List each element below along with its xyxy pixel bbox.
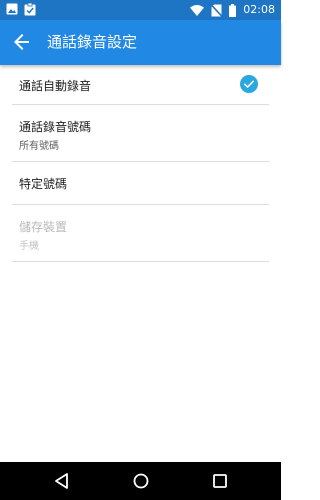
- check-circle-icon[interactable]: [240, 75, 258, 93]
- clipboard-check-icon: [24, 3, 36, 16]
- navigation-bar: [0, 462, 281, 500]
- back-triangle-icon[interactable]: [52, 471, 72, 491]
- setting-storage-title: 儲存裝置: [19, 220, 68, 234]
- setting-record-numbers[interactable]: 通話錄音號碼 所有號碼: [12, 105, 269, 162]
- notification-icons: [6, 3, 36, 16]
- setting-storage: 儲存裝置 手機: [12, 205, 269, 262]
- home-circle-icon[interactable]: [131, 471, 151, 491]
- page-title: 通話錄音設定: [47, 33, 138, 51]
- setting-record-numbers-title: 通話錄音號碼: [19, 120, 92, 134]
- system-status-icons: 02:08: [190, 2, 275, 18]
- setting-record-numbers-value: 所有號碼: [19, 141, 59, 152]
- status-bar: 02:08: [0, 0, 281, 20]
- settings-list: 通話自動錄音 通話錄音號碼 所有號碼 特定號碼 儲存裝置 手機: [0, 65, 281, 262]
- arrow-back-icon: [14, 34, 29, 50]
- image-icon: [6, 3, 18, 15]
- battery-icon: [229, 3, 237, 17]
- setting-auto-record-title: 通話自動錄音: [19, 79, 92, 93]
- back-button[interactable]: [10, 30, 34, 54]
- recents-square-icon[interactable]: [210, 471, 230, 491]
- setting-specific-numbers[interactable]: 特定號碼: [12, 162, 269, 205]
- setting-specific-numbers-title: 特定號碼: [19, 177, 68, 191]
- app-bar: 通話錄音設定: [0, 20, 281, 65]
- setting-storage-value: 手機: [19, 241, 39, 252]
- clock: 02:08: [243, 3, 275, 16]
- setting-auto-record[interactable]: 通話自動錄音: [12, 65, 269, 105]
- wifi-icon: [190, 4, 205, 16]
- no-sim-icon: [211, 3, 223, 17]
